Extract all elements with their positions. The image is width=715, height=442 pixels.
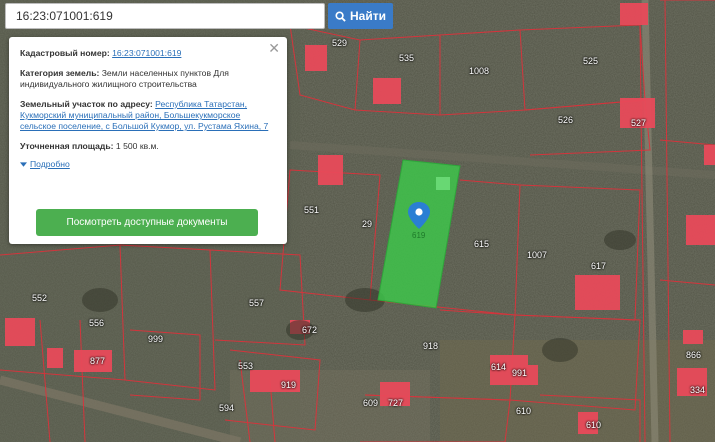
search-bar bbox=[5, 3, 325, 29]
close-icon[interactable]: ✕ bbox=[268, 41, 280, 55]
parcel-label: 594 bbox=[219, 403, 235, 413]
address-label: Земельный участок по адресу: bbox=[20, 99, 153, 109]
parcel-label: 553 bbox=[238, 361, 254, 371]
parcel-label: 617 bbox=[591, 261, 607, 271]
area-value: 1 500 кв.м. bbox=[115, 141, 159, 151]
parcel-label: 919 bbox=[281, 380, 297, 390]
parcel-label: 529 bbox=[332, 38, 348, 48]
parcel-label: 991 bbox=[512, 368, 528, 378]
area-label: Уточненная площадь: bbox=[20, 141, 114, 151]
details-link[interactable]: Подробно bbox=[20, 159, 276, 170]
parcel-label: 552 bbox=[32, 293, 48, 303]
parcel-label: 334 bbox=[690, 385, 706, 395]
search-input[interactable] bbox=[6, 4, 324, 28]
details-label: Подробно bbox=[30, 159, 70, 169]
parcel-label: 727 bbox=[388, 398, 404, 408]
parcel-label: 672 bbox=[302, 325, 318, 335]
search-icon bbox=[335, 10, 346, 22]
parcel-label: 877 bbox=[90, 356, 106, 366]
address-row: Земельный участок по адресу: Республика … bbox=[20, 99, 276, 132]
land-category-row: Категория земель: Земли населенных пункт… bbox=[20, 68, 276, 90]
parcel-label: 999 bbox=[148, 334, 164, 344]
parcel-label: 610 bbox=[586, 420, 602, 430]
search-button-label: Найти bbox=[350, 9, 386, 23]
parcel-label: 557 bbox=[249, 298, 265, 308]
parcel-label: 535 bbox=[399, 53, 415, 63]
land-category-label: Категория земель: bbox=[20, 68, 100, 78]
parcel-label: 1007 bbox=[527, 250, 548, 260]
parcel-label: 526 bbox=[558, 115, 574, 125]
view-documents-button[interactable]: Посмотреть доступные документы bbox=[36, 209, 258, 236]
parcel-label: 525 bbox=[583, 56, 599, 66]
parcel-info-card: ✕ Кадастровый номер: 16:23:071001:619 Ка… bbox=[9, 37, 287, 244]
search-button[interactable]: Найти bbox=[328, 3, 393, 29]
parcel-label: 556 bbox=[89, 318, 105, 328]
parcel-label: 918 bbox=[423, 341, 439, 351]
parcel-label: 609 bbox=[363, 398, 379, 408]
caret-down-icon bbox=[20, 162, 27, 167]
parcel-label: 610 bbox=[516, 406, 532, 416]
cadastral-number-row: Кадастровый номер: 16:23:071001:619 bbox=[20, 48, 276, 59]
parcel-label: 1008 bbox=[469, 66, 490, 76]
parcel-label: 615 bbox=[474, 239, 490, 249]
parcel-label: 551 bbox=[304, 205, 320, 215]
area-row: Уточненная площадь: 1 500 кв.м. bbox=[20, 141, 276, 152]
marker-label: 619 bbox=[412, 231, 426, 240]
cadastral-number-link[interactable]: 16:23:071001:619 bbox=[112, 48, 181, 58]
parcel-label: 29 bbox=[362, 219, 373, 229]
parcel-label: 614 bbox=[491, 362, 507, 372]
parcel-label: 527 bbox=[631, 118, 647, 128]
parcel-label: 866 bbox=[686, 350, 702, 360]
cadastral-number-label: Кадастровый номер: bbox=[20, 48, 110, 58]
